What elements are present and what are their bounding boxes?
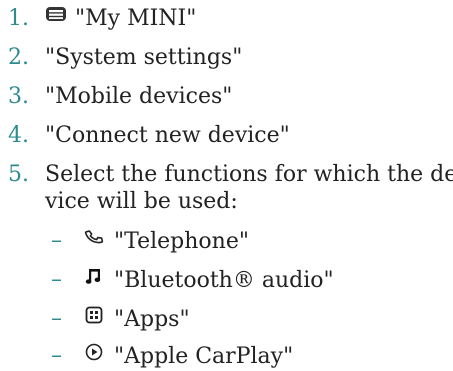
function-label: "Bluetooth® audio" (114, 268, 334, 293)
step-number: 1. (8, 6, 29, 31)
step-text: "System settings" (45, 45, 243, 70)
list-bullet: – (51, 228, 62, 253)
list-bullet: – (51, 267, 62, 292)
car-menu-icon (45, 5, 67, 29)
apple-carplay-icon (84, 342, 104, 368)
list-bullet: – (51, 343, 62, 368)
step-text-line2: vice will be used: (45, 189, 238, 214)
step-text: "Mobile devices" (45, 84, 233, 109)
music-note-icon (84, 266, 104, 292)
step-text: "My MINI" (75, 6, 197, 31)
step-number: 2. (8, 45, 29, 70)
telephone-icon (84, 227, 104, 253)
function-label: "Apps" (114, 307, 190, 332)
step-number: 4. (8, 123, 29, 148)
list-bullet: – (51, 306, 62, 331)
step-number: 3. (8, 84, 29, 109)
function-label: "Apple CarPlay" (114, 344, 294, 369)
step-text-line1: Select the functions for which the de- (45, 162, 453, 187)
apps-icon (84, 305, 104, 331)
step-text: "Connect new device" (45, 123, 290, 148)
step-number: 5. (8, 162, 29, 187)
function-label: "Telephone" (114, 229, 249, 254)
